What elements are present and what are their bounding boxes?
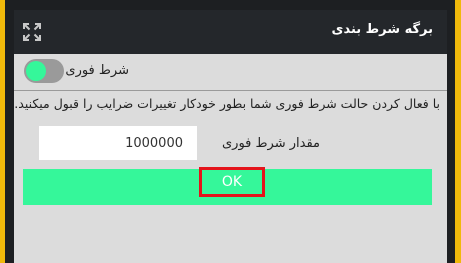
amount-input[interactable] (39, 126, 197, 160)
divider (14, 90, 447, 91)
expand-icon[interactable] (22, 22, 42, 42)
panel-header: برگه شرط بندی (14, 10, 447, 54)
panel-title: برگه شرط بندی (331, 22, 433, 37)
bet-slip-panel: برگه شرط بندی شرط فوری با فعال کردن حالت… (14, 10, 447, 263)
instant-bet-description: با فعال کردن حالت شرط فوری شما بطور خودک… (14, 96, 440, 111)
ok-button[interactable]: OK (199, 167, 265, 197)
instant-bet-toggle[interactable] (24, 59, 64, 83)
left-border-stripe (0, 0, 5, 263)
toggle-knob (26, 61, 46, 81)
right-border-stripe (455, 0, 461, 263)
amount-label: مقدار شرط فوری (222, 136, 320, 151)
instant-bet-label: شرط فوری (65, 63, 129, 78)
